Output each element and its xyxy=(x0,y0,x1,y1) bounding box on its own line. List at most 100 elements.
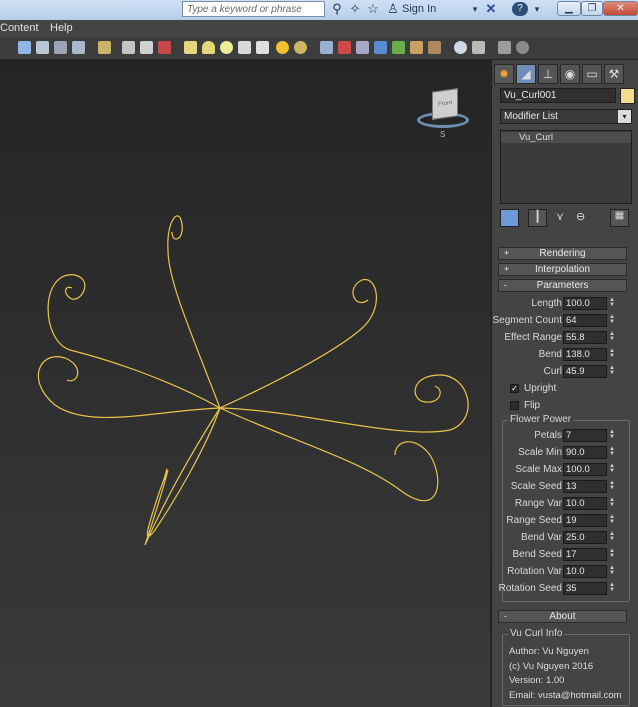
spinner-arrows-icon[interactable]: ▲ ▼ xyxy=(609,314,615,326)
flower-param-spinner-field[interactable]: 7 xyxy=(563,429,607,442)
hierarchy-tab[interactable]: ⊥ xyxy=(538,64,558,84)
help-dropdown-icon[interactable]: ▾ xyxy=(530,2,544,16)
object-color-swatch[interactable] xyxy=(620,88,635,104)
torus-icon[interactable] xyxy=(238,41,251,54)
restore-button[interactable]: ❐ xyxy=(581,1,603,16)
tool-icon-13[interactable] xyxy=(392,41,405,54)
light-icon[interactable] xyxy=(294,41,307,54)
cone-icon[interactable] xyxy=(256,41,269,54)
spinner-arrows-icon[interactable]: ▲ ▼ xyxy=(609,565,615,577)
stack-item[interactable]: Vu_Curl xyxy=(501,132,631,143)
flower-param-spinner-field[interactable]: 35 xyxy=(563,582,607,595)
param-spinner-field[interactable]: 100.0 xyxy=(563,297,607,310)
help-icon[interactable]: ? xyxy=(512,2,528,16)
tool-icon-2[interactable] xyxy=(36,41,49,54)
tool-icon-14[interactable] xyxy=(410,41,423,54)
tool-icon-10[interactable] xyxy=(338,41,351,54)
rollout-parameters[interactable]: - Parameters xyxy=(498,279,627,292)
flower-param-spinner-field[interactable]: 10.0 xyxy=(563,565,607,578)
flower-param-spinner-field[interactable]: 90.0 xyxy=(563,446,607,459)
tool-icon-17[interactable] xyxy=(472,41,485,54)
tool-icon-11[interactable] xyxy=(356,41,369,54)
sun-icon[interactable] xyxy=(276,41,289,54)
tool-icon-3[interactable] xyxy=(54,41,67,54)
spinner-arrows-icon[interactable]: ▲ ▼ xyxy=(609,297,615,309)
sphere-icon[interactable] xyxy=(220,41,233,54)
star-plus-icon[interactable]: ✧ xyxy=(348,2,362,16)
tool-icon-4[interactable] xyxy=(72,41,85,54)
display-tab[interactable]: ▭ xyxy=(582,64,602,84)
tool-icon-1[interactable] xyxy=(18,41,31,54)
spinner-arrows-icon[interactable]: ▲ ▼ xyxy=(609,480,615,492)
help-circle-icon[interactable] xyxy=(516,41,529,54)
flip-check-icon[interactable] xyxy=(510,401,519,410)
flower-param-spinner-field[interactable]: 10.0 xyxy=(563,497,607,510)
modifier-list-dropdown[interactable]: Modifier List ▾ xyxy=(500,109,632,124)
search-input[interactable]: Type a keyword or phrase xyxy=(182,1,325,17)
spinner-arrows-icon[interactable]: ▲ ▼ xyxy=(609,429,615,441)
tool-icon-15[interactable] xyxy=(428,41,441,54)
x-icon[interactable]: ✕ xyxy=(484,2,498,16)
tool-icon-18[interactable] xyxy=(498,41,511,54)
spinner-arrows-icon[interactable]: ▲ ▼ xyxy=(609,548,615,560)
viewcube-face[interactable]: Front xyxy=(432,88,458,120)
pin-stack-icon[interactable] xyxy=(500,209,519,227)
upright-checkbox[interactable]: ✓ Upright xyxy=(510,383,638,396)
create-tab[interactable]: ✹ xyxy=(494,64,514,84)
param-spinner-field[interactable]: 64 xyxy=(563,314,607,327)
binoculars-icon[interactable]: ⚲ xyxy=(330,2,344,16)
motion-tab[interactable]: ◉ xyxy=(560,64,580,84)
rollout-rendering[interactable]: + Rendering xyxy=(498,247,627,260)
tool-icon-8[interactable] xyxy=(158,41,171,54)
close-button[interactable]: ✕ xyxy=(603,1,638,16)
spinner-arrows-icon[interactable]: ▲ ▼ xyxy=(609,348,615,360)
dome-icon[interactable] xyxy=(202,41,215,54)
spinner-arrows-icon[interactable]: ▲ ▼ xyxy=(609,497,615,509)
param-spinner-field[interactable]: 138.0 xyxy=(563,348,607,361)
flip-checkbox[interactable]: Flip xyxy=(510,400,638,413)
spinner-arrows-icon[interactable]: ▲ ▼ xyxy=(609,531,615,543)
tool-icon-9[interactable] xyxy=(320,41,333,54)
spinner-arrows-icon[interactable]: ▲ ▼ xyxy=(609,331,615,343)
spinner-arrows-icon[interactable]: ▲ ▼ xyxy=(609,582,615,594)
spinner-arrows-icon[interactable]: ▲ ▼ xyxy=(609,365,615,377)
flower-param-spinner-field[interactable]: 25.0 xyxy=(563,531,607,544)
show-end-result-icon[interactable]: ┃ xyxy=(528,209,547,227)
tool-icon-7[interactable] xyxy=(140,41,153,54)
tool-icon-16[interactable] xyxy=(454,41,467,54)
viewcube[interactable]: Front S xyxy=(415,84,471,140)
tool-icon-12[interactable] xyxy=(374,41,387,54)
sign-in-link[interactable]: Sign In xyxy=(402,3,436,15)
spinner-arrows-icon[interactable]: ▲ ▼ xyxy=(609,514,615,526)
flower-param-spinner-field[interactable]: 13 xyxy=(563,480,607,493)
rollout-about[interactable]: - About xyxy=(498,610,627,623)
make-unique-icon[interactable]: ⋎ xyxy=(556,210,564,223)
flower-param-spinner-field[interactable]: 100.0 xyxy=(563,463,607,476)
user-icon[interactable]: ♙ xyxy=(386,2,400,16)
viewport[interactable]: Front S xyxy=(0,60,490,707)
menu-content[interactable]: Content xyxy=(0,22,39,34)
rollout-interpolation[interactable]: + Interpolation xyxy=(498,263,627,276)
minimize-button[interactable]: ▁ xyxy=(557,1,581,16)
modify-tab[interactable]: ◢ xyxy=(516,64,536,84)
spinner-arrows-icon[interactable]: ▲ ▼ xyxy=(609,463,615,475)
remove-modifier-icon[interactable]: ⊖ xyxy=(576,210,585,223)
box-icon[interactable] xyxy=(184,41,197,54)
param-spinner-field[interactable]: 55.8 xyxy=(563,331,607,344)
param-spinner-field[interactable]: 45.9 xyxy=(563,365,607,378)
utilities-tab[interactable]: ⚒ xyxy=(604,64,624,84)
tool-icon-5[interactable] xyxy=(98,41,111,54)
tool-icon-6[interactable] xyxy=(122,41,135,54)
configure-sets-icon[interactable]: ▦ xyxy=(610,209,629,227)
menu-help[interactable]: Help xyxy=(50,22,73,34)
modifier-stack[interactable]: Vu_Curl xyxy=(500,130,632,204)
flower-param-spinner-field[interactable]: 19 xyxy=(563,514,607,527)
upright-check-icon[interactable]: ✓ xyxy=(510,384,519,393)
spinner-arrows-icon[interactable]: ▲ ▼ xyxy=(609,446,615,458)
chevron-down-icon[interactable]: ▾ xyxy=(618,110,631,123)
curl-spline[interactable] xyxy=(0,60,490,707)
dropdown-arrow-icon[interactable]: ▾ xyxy=(468,2,482,16)
object-name-field[interactable]: Vu_Curl001 xyxy=(500,88,616,103)
flower-param-spinner-field[interactable]: 17 xyxy=(563,548,607,561)
star-icon[interactable]: ☆ xyxy=(366,2,380,16)
